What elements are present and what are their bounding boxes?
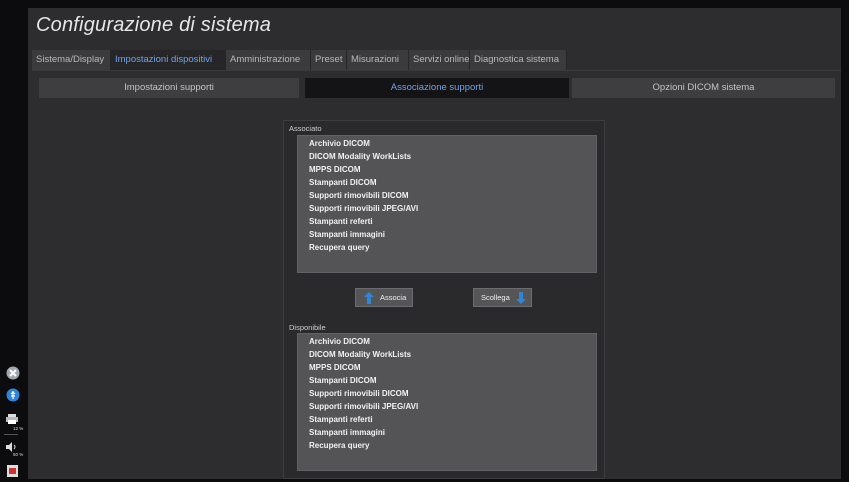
page-title: Configurazione di sistema [36,14,272,36]
disconnect-button-label: Scollega [481,293,510,302]
tab-underline [32,70,841,71]
associated-label: Associato [289,124,322,133]
usb-icon[interactable] [6,388,20,407]
tab-preset[interactable]: Preset [311,50,347,70]
system-config-screen: Configurazione di sistema Sistema/Displa… [28,8,841,479]
close-icon[interactable] [6,366,20,385]
tab-servizi-online[interactable]: Servizi online [409,50,470,70]
list-item[interactable]: Archivio DICOM [298,137,596,150]
list-item[interactable]: MPPS DICOM [298,361,596,374]
associated-list[interactable]: Archivio DICOM DICOM Modality WorkLists … [297,135,597,273]
list-item[interactable]: DICOM Modality WorkLists [298,348,596,361]
list-item[interactable]: Supporti rimovibili JPEG/AVI [298,202,596,215]
list-item[interactable]: Recupera query [298,241,596,254]
associate-button[interactable]: Associa [355,288,413,307]
arrow-up-icon [364,291,374,304]
disconnect-button[interactable]: Scollega [473,288,532,307]
tab-amministrazione[interactable]: Amministrazione [226,50,311,70]
list-item[interactable]: Supporti rimovibili JPEG/AVI [298,400,596,413]
associate-button-label: Associa [380,293,407,302]
volume-level: 50 % [13,452,24,457]
subtab-impostazioni-supporti[interactable]: Impostazioni supporti [39,78,299,98]
list-item[interactable]: Stampanti immagini [298,228,596,241]
arrow-down-icon [515,291,526,304]
tab-sistema-display[interactable]: Sistema/Display [32,50,111,70]
available-label: Disponibile [289,323,326,332]
available-list[interactable]: Archivio DICOM DICOM Modality WorkLists … [297,333,597,471]
list-item[interactable]: Supporti rimovibili DICOM [298,387,596,400]
list-item[interactable]: Stampanti immagini [298,426,596,439]
subtab-opzioni-dicom-sistema[interactable]: Opzioni DICOM sistema [572,78,835,98]
tab-misurazioni[interactable]: Misurazioni [347,50,409,70]
list-item[interactable]: Recupera query [298,439,596,452]
list-item[interactable]: Stampanti DICOM [298,374,596,387]
subtab-associazione-supporti[interactable]: Associazione supporti [305,78,569,98]
list-item[interactable]: Stampanti DICOM [298,176,596,189]
printer-level: 12 % [13,426,24,431]
association-panel: Associato Archivio DICOM DICOM Modality … [283,120,605,479]
list-item[interactable]: Stampanti referti [298,215,596,228]
list-item[interactable]: MPPS DICOM [298,163,596,176]
tab-impostazioni-dispositivi[interactable]: Impostazioni dispositivi [111,50,226,70]
export-icon[interactable] [6,463,19,482]
list-item[interactable]: Supporti rimovibili DICOM [298,189,596,202]
tab-diagnostica-sistema[interactable]: Diagnostica sistema [470,50,567,70]
sub-tabs: Impostazioni supporti Associazione suppo… [39,78,835,98]
main-tabs: Sistema/Display Impostazioni dispositivi… [32,50,567,70]
list-item[interactable]: DICOM Modality WorkLists [298,150,596,163]
list-item[interactable]: Archivio DICOM [298,335,596,348]
sidebar-divider [4,434,18,435]
list-item[interactable]: Stampanti referti [298,413,596,426]
